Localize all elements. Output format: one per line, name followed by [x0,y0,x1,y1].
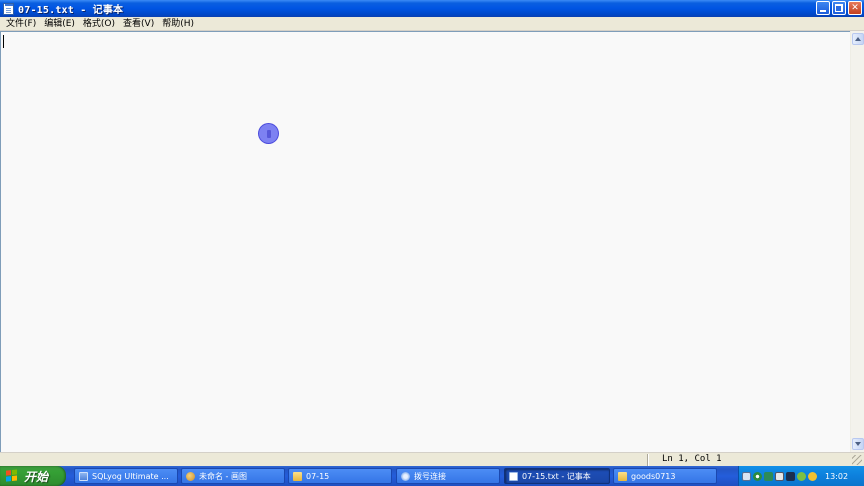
monitor-icon[interactable] [775,471,784,481]
arrow-up-icon [855,37,861,41]
start-button[interactable]: 开始 [0,466,66,486]
window-controls: ✕ [816,1,862,15]
window-title: 07-15.txt - 记事本 [18,5,124,16]
menu-edit[interactable]: 编辑(E) [40,18,79,30]
folder-icon [618,471,627,481]
taskbar-item-folder-07-15[interactable]: 07-15 [288,468,392,484]
taskbar-item-label: goods0713 [631,471,676,481]
title-bar[interactable]: 07-15.txt - 记事本 ✕ [0,0,864,17]
menu-format[interactable]: 格式(O) [79,18,119,30]
text-editor[interactable] [0,31,850,452]
taskbar-item-dialup[interactable]: 拨号连接 [396,468,500,484]
folder-icon [293,471,302,481]
status-bar: Ln 1, Col 1 [0,452,864,466]
resize-grip-icon[interactable] [852,455,862,465]
menu-help[interactable]: 帮助(H) [158,18,198,30]
taskbar: 开始 SQLyog Ultimate ... 未命名 - 画图 07-15 拨号… [0,466,864,486]
taskbar-item-label: 07-15 [306,471,330,481]
sqlyog-icon [79,471,88,481]
menu-view[interactable]: 查看(V) [119,18,158,30]
security-icon[interactable] [786,471,795,481]
taskbar-item-label: 未命名 - 画图 [199,471,247,481]
messenger-icon[interactable] [797,471,806,481]
minimize-button[interactable] [816,1,830,15]
system-tray: 13:02 [738,466,864,486]
taskbar-item-sqlyog[interactable]: SQLyog Ultimate ... [74,468,178,484]
taskbar-item-paint[interactable]: 未命名 - 画图 [181,468,285,484]
menu-bar: 文件(F) 编辑(E) 格式(O) 查看(V) 帮助(H) [0,17,864,31]
menu-file[interactable]: 文件(F) [2,18,40,30]
shield-icon[interactable] [808,471,817,481]
taskbar-item-goods0713[interactable]: goods0713 [613,468,717,484]
close-icon: ✕ [851,3,859,13]
mouse-cursor-highlight-icon [258,123,279,144]
taskbar-item-label: 07-15.txt - 记事本 [522,471,591,481]
paint-icon [186,471,195,481]
minimize-icon [820,10,826,12]
text-caret [3,35,4,48]
notepad-icon[interactable] [3,2,14,15]
vertical-scrollbar[interactable] [850,31,864,452]
network-icon[interactable] [753,471,762,481]
windows-logo-icon [6,469,18,482]
dialup-icon [401,471,410,481]
keyboard-icon[interactable] [742,471,751,481]
notepad-icon [509,471,518,481]
taskbar-item-label: 拨号连接 [414,471,446,481]
restore-button[interactable] [832,1,846,15]
app-tray-icon[interactable] [764,471,773,481]
arrow-down-icon [855,442,861,446]
close-button[interactable]: ✕ [848,1,862,15]
taskbar-item-notepad[interactable]: 07-15.txt - 记事本 [504,468,610,484]
scroll-up-button[interactable] [852,33,864,45]
scroll-down-button[interactable] [852,438,864,450]
restore-icon [835,4,843,12]
status-divider [647,454,649,466]
cursor-position: Ln 1, Col 1 [662,454,722,464]
clock[interactable]: 13:02 [825,472,848,481]
taskbar-item-label: SQLyog Ultimate ... [92,471,169,481]
start-label: 开始 [24,469,49,484]
